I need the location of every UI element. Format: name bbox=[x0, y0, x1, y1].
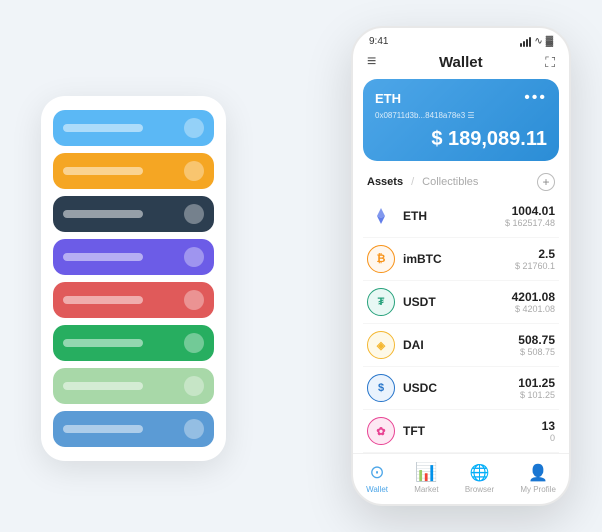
add-asset-button[interactable]: + bbox=[537, 173, 555, 191]
eth-card-address: 0x08711d3b...8418a78e3 ☰ bbox=[375, 111, 547, 120]
wallet-title: Wallet bbox=[439, 54, 483, 71]
imbtc-icon: ₿ bbox=[367, 245, 395, 273]
wallet-nav-icon: ⊙ bbox=[370, 462, 385, 483]
market-nav-label: Market bbox=[414, 485, 438, 494]
usdt-usd: $ 4201.08 bbox=[512, 304, 555, 314]
scene: 9:41 ∿ ▓ ≡ Wallet ⛶ ETH ••• bbox=[21, 16, 581, 516]
browser-nav-icon: 🌐 bbox=[470, 463, 490, 483]
eth-name: ETH bbox=[403, 209, 505, 223]
stack-card-7[interactable] bbox=[53, 368, 214, 404]
dai-amount: 508.75 bbox=[518, 333, 555, 347]
phone-header: ≡ Wallet ⛶ bbox=[353, 51, 569, 79]
nav-market[interactable]: 📊 Market bbox=[414, 462, 438, 494]
card-circle bbox=[184, 290, 204, 310]
asset-item-eth[interactable]: ETH 1004.01 $ 162517.48 bbox=[363, 195, 559, 238]
nav-wallet[interactable]: ⊙ Wallet bbox=[366, 462, 388, 494]
eth-usd: $ 162517.48 bbox=[505, 218, 555, 228]
scan-icon[interactable]: ⛶ bbox=[545, 54, 555, 71]
stack-card-2[interactable] bbox=[53, 153, 214, 189]
asset-item-usdt[interactable]: ₮ USDT 4201.08 $ 4201.08 bbox=[363, 281, 559, 324]
stack-card-4[interactable] bbox=[53, 239, 214, 275]
menu-icon[interactable]: ≡ bbox=[367, 53, 376, 71]
imbtc-usd: $ 21760.1 bbox=[515, 261, 555, 271]
card-bar bbox=[63, 167, 143, 175]
wifi-icon: ∿ bbox=[534, 36, 542, 47]
dai-values: 508.75 $ 508.75 bbox=[518, 333, 555, 357]
usdc-values: 101.25 $ 101.25 bbox=[518, 376, 555, 400]
card-circle bbox=[184, 419, 204, 439]
imbtc-amount: 2.5 bbox=[515, 247, 555, 261]
asset-list: ETH 1004.01 $ 162517.48 ₿ imBTC 2.5 $ 21… bbox=[353, 195, 569, 453]
status-bar: 9:41 ∿ ▓ bbox=[353, 28, 569, 51]
nav-browser[interactable]: 🌐 Browser bbox=[465, 463, 494, 494]
eth-card-options[interactable]: ••• bbox=[524, 89, 547, 107]
card-stack bbox=[41, 96, 226, 461]
dai-icon: ◈ bbox=[367, 331, 395, 359]
dai-usd: $ 508.75 bbox=[518, 347, 555, 357]
card-bar bbox=[63, 425, 143, 433]
stack-card-5[interactable] bbox=[53, 282, 214, 318]
usdc-name: USDC bbox=[403, 381, 518, 395]
market-nav-icon: 📊 bbox=[415, 462, 437, 483]
eth-card-balance: $ 189,089.11 bbox=[375, 128, 547, 151]
tab-assets[interactable]: Assets bbox=[367, 176, 403, 188]
usdc-icon: $ bbox=[367, 374, 395, 402]
nav-profile[interactable]: 👤 My Profile bbox=[520, 463, 556, 494]
eth-amount: 1004.01 bbox=[505, 204, 555, 218]
usdc-usd: $ 101.25 bbox=[518, 390, 555, 400]
card-circle bbox=[184, 376, 204, 396]
asset-item-tft[interactable]: ✿ TFT 13 0 bbox=[363, 410, 559, 453]
card-bar bbox=[63, 296, 143, 304]
assets-header: Assets / Collectibles + bbox=[353, 169, 569, 195]
eth-icon bbox=[367, 202, 395, 230]
stack-card-6[interactable] bbox=[53, 325, 214, 361]
card-bar bbox=[63, 382, 143, 390]
card-circle bbox=[184, 247, 204, 267]
tft-values: 13 0 bbox=[542, 419, 555, 443]
tft-name: TFT bbox=[403, 424, 542, 438]
phone-mockup: 9:41 ∿ ▓ ≡ Wallet ⛶ ETH ••• bbox=[351, 26, 571, 506]
tft-usd: 0 bbox=[542, 433, 555, 443]
usdt-amount: 4201.08 bbox=[512, 290, 555, 304]
status-time: 9:41 bbox=[369, 36, 388, 47]
card-bar bbox=[63, 339, 143, 347]
wallet-nav-label: Wallet bbox=[366, 485, 388, 494]
signal-icon bbox=[520, 37, 531, 47]
card-bar bbox=[63, 210, 143, 218]
profile-nav-label: My Profile bbox=[520, 485, 556, 494]
assets-tabs: Assets / Collectibles bbox=[367, 176, 478, 188]
browser-nav-label: Browser bbox=[465, 485, 494, 494]
stack-card-1[interactable] bbox=[53, 110, 214, 146]
eth-card-top: ETH ••• bbox=[375, 89, 547, 107]
tft-icon: ✿ bbox=[367, 417, 395, 445]
card-bar bbox=[63, 253, 143, 261]
asset-item-usdc[interactable]: $ USDC 101.25 $ 101.25 bbox=[363, 367, 559, 410]
tab-collectibles[interactable]: Collectibles bbox=[422, 176, 478, 188]
bottom-nav: ⊙ Wallet 📊 Market 🌐 Browser 👤 My Profile bbox=[353, 453, 569, 504]
stack-card-8[interactable] bbox=[53, 411, 214, 447]
asset-item-imbtc[interactable]: ₿ imBTC 2.5 $ 21760.1 bbox=[363, 238, 559, 281]
card-circle bbox=[184, 204, 204, 224]
asset-item-dai[interactable]: ◈ DAI 508.75 $ 508.75 bbox=[363, 324, 559, 367]
tft-amount: 13 bbox=[542, 419, 555, 433]
eth-card[interactable]: ETH ••• 0x08711d3b...8418a78e3 ☰ $ 189,0… bbox=[363, 79, 559, 161]
usdt-name: USDT bbox=[403, 295, 512, 309]
eth-card-name: ETH bbox=[375, 91, 401, 106]
imbtc-values: 2.5 $ 21760.1 bbox=[515, 247, 555, 271]
status-icons: ∿ ▓ bbox=[520, 36, 553, 47]
usdt-icon: ₮ bbox=[367, 288, 395, 316]
card-circle bbox=[184, 161, 204, 181]
stack-card-3[interactable] bbox=[53, 196, 214, 232]
profile-nav-icon: 👤 bbox=[528, 463, 548, 483]
tab-separator: / bbox=[411, 176, 414, 188]
card-circle bbox=[184, 118, 204, 138]
usdt-values: 4201.08 $ 4201.08 bbox=[512, 290, 555, 314]
battery-icon: ▓ bbox=[546, 36, 553, 47]
eth-values: 1004.01 $ 162517.48 bbox=[505, 204, 555, 228]
card-circle bbox=[184, 333, 204, 353]
dai-name: DAI bbox=[403, 338, 518, 352]
card-bar bbox=[63, 124, 143, 132]
imbtc-name: imBTC bbox=[403, 252, 515, 266]
usdc-amount: 101.25 bbox=[518, 376, 555, 390]
